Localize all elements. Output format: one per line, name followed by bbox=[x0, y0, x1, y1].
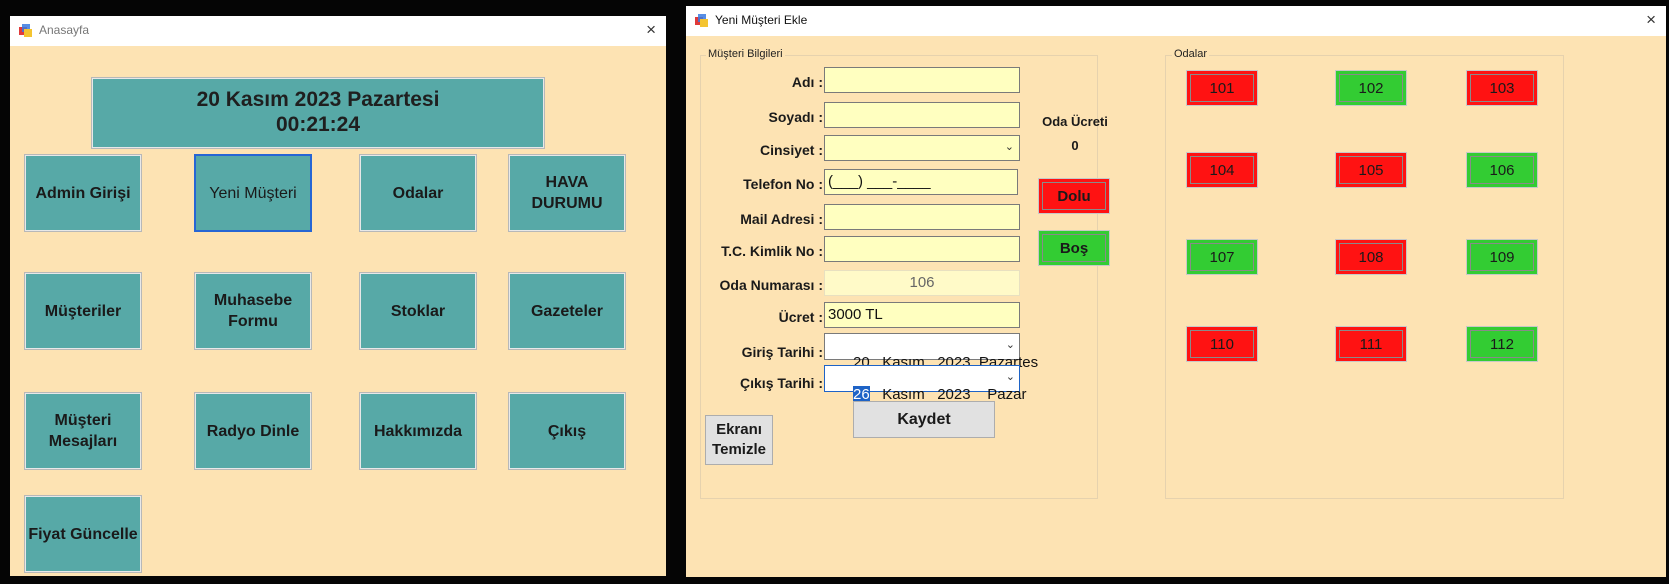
admin-login-button[interactable]: Admin Girişi bbox=[24, 154, 142, 232]
room-number-label: 104 bbox=[1209, 161, 1235, 179]
checkout-date-label: Çıkış Tarihi : bbox=[740, 375, 823, 391]
room-110-button[interactable]: 110 bbox=[1186, 326, 1258, 362]
room-107-button[interactable]: 107 bbox=[1186, 239, 1258, 275]
gender-label: Cinsiyet : bbox=[759, 142, 823, 158]
room-104-button[interactable]: 104 bbox=[1186, 152, 1258, 188]
close-icon[interactable]: × bbox=[646, 20, 656, 40]
close-icon[interactable]: × bbox=[1646, 10, 1656, 30]
room-103-button[interactable]: 103 bbox=[1466, 70, 1538, 106]
name-field[interactable] bbox=[824, 67, 1020, 93]
room-112-button[interactable]: 112 bbox=[1466, 326, 1538, 362]
customers-button[interactable]: Müşteriler bbox=[24, 272, 142, 350]
chevron-down-icon: ⌄ bbox=[1005, 338, 1015, 351]
customer-window-titlebar[interactable]: Yeni Müşteri Ekle × bbox=[686, 6, 1666, 36]
room-number-field[interactable]: 106 bbox=[824, 270, 1020, 296]
rooms-button[interactable]: Odalar bbox=[359, 154, 477, 232]
room-number-label: 103 bbox=[1489, 79, 1515, 97]
rooms-group-title: Odalar bbox=[1172, 48, 1210, 60]
chevron-down-icon: ⌄ bbox=[1004, 141, 1014, 153]
occupied-legend: Dolu bbox=[1038, 178, 1110, 214]
room-number-label: 101 bbox=[1209, 79, 1235, 97]
tc-id-label: T.C. Kimlik No : bbox=[721, 243, 823, 259]
main-window-body: 20 Kasım 2023 Pazartesi 00:21:24 Admin G… bbox=[10, 46, 666, 576]
listen-radio-button[interactable]: Radyo Dinle bbox=[194, 392, 312, 470]
price-label: Ücret : bbox=[778, 309, 823, 325]
room-111-button[interactable]: 111 bbox=[1335, 326, 1407, 362]
price-field[interactable]: 3000 TL bbox=[824, 302, 1020, 328]
room-106-button[interactable]: 106 bbox=[1466, 152, 1538, 188]
checkin-date-label: Giriş Tarihi : bbox=[741, 344, 823, 360]
tc-id-field[interactable] bbox=[824, 236, 1020, 262]
room-109-button[interactable]: 109 bbox=[1466, 239, 1538, 275]
mail-field[interactable] bbox=[824, 204, 1020, 230]
room-102-button[interactable]: 102 bbox=[1335, 70, 1407, 106]
room-108-button[interactable]: 108 bbox=[1335, 239, 1407, 275]
customer-window-title: Yeni Müşteri Ekle bbox=[715, 13, 808, 27]
time-label: 00:21:24 bbox=[275, 113, 361, 136]
customer-messages-button[interactable]: Müşteri Mesajları bbox=[24, 392, 142, 470]
date-time-display: 20 Kasım 2023 Pazartesi 00:21:24 bbox=[91, 77, 545, 149]
room-fee-label: Oda Ücreti bbox=[1042, 114, 1108, 129]
new-customer-window: Yeni Müşteri Ekle × Müşteri Bilgileri Ad… bbox=[686, 6, 1666, 577]
main-window: Anasayfa × 20 Kasım 2023 Pazartesi 00:21… bbox=[10, 16, 666, 576]
surname-field[interactable] bbox=[824, 102, 1020, 128]
room-number-label: 112 bbox=[1490, 335, 1514, 353]
customer-info-group-title: Müşteri Bilgileri bbox=[706, 48, 785, 60]
phone-field[interactable]: (___) ___-____ bbox=[824, 169, 1018, 195]
room-105-button[interactable]: 105 bbox=[1335, 152, 1407, 188]
room-number-label: 108 bbox=[1358, 248, 1384, 266]
clear-screen-button[interactable]: Ekranı Temizle bbox=[705, 415, 773, 465]
room-101-button[interactable]: 101 bbox=[1186, 70, 1258, 106]
newspapers-button[interactable]: Gazeteler bbox=[508, 272, 626, 350]
room-fee-value: 0 bbox=[1071, 138, 1079, 153]
room-number-label: 107 bbox=[1209, 248, 1235, 266]
room-number-label: 102 bbox=[1358, 79, 1384, 97]
date-label: 20 Kasım 2023 Pazartesi bbox=[196, 88, 440, 111]
mail-label: Mail Adresi : bbox=[740, 211, 823, 227]
exit-button[interactable]: Çıkış bbox=[508, 392, 626, 470]
gender-select[interactable]: ⌄ bbox=[824, 135, 1020, 161]
vacant-legend: Boş bbox=[1038, 230, 1110, 266]
app-icon bbox=[695, 14, 708, 27]
stocks-button[interactable]: Stoklar bbox=[359, 272, 477, 350]
save-button[interactable]: Kaydet bbox=[853, 401, 995, 438]
update-price-button[interactable]: Fiyat Güncelle bbox=[24, 495, 142, 573]
room-number-label: 110 bbox=[1210, 335, 1234, 353]
room-number-label: 106 bbox=[1489, 161, 1515, 179]
main-window-title: Anasayfa bbox=[39, 23, 90, 37]
accounting-form-button[interactable]: Muhasebe Formu bbox=[194, 272, 312, 350]
checkout-date-picker[interactable]: 26 Kasım 2023 Pazar ⌄ bbox=[824, 365, 1026, 403]
vacant-legend-label: Boş bbox=[1059, 239, 1089, 257]
phone-label: Telefon No : bbox=[743, 176, 823, 192]
new-customer-button[interactable]: Yeni Müşteri bbox=[194, 154, 312, 232]
desktop: { "colors": { "background": "#fde3b3", "… bbox=[0, 0, 1669, 584]
main-window-titlebar[interactable]: Anasayfa × bbox=[10, 16, 666, 46]
checkin-date-picker[interactable]: 20 Kasım 2023 Pazartes ⌄ bbox=[824, 333, 1038, 371]
about-button[interactable]: Hakkımızda bbox=[359, 392, 477, 470]
room-number-label: 109 bbox=[1489, 248, 1515, 266]
room-number-label: Oda Numarası : bbox=[719, 277, 823, 293]
chevron-down-icon: ⌄ bbox=[1005, 370, 1015, 383]
app-icon bbox=[19, 24, 32, 37]
customer-window-body: Müşteri Bilgileri Adı : Soyadı : Cinsiye… bbox=[686, 36, 1666, 577]
weather-button[interactable]: HAVA DURUMU bbox=[508, 154, 626, 232]
occupied-legend-label: Dolu bbox=[1057, 187, 1091, 205]
surname-label: Soyadı : bbox=[768, 109, 823, 125]
room-number-label: 111 bbox=[1359, 335, 1383, 353]
room-number-label: 105 bbox=[1358, 161, 1384, 179]
rooms-group bbox=[1165, 55, 1564, 499]
name-label: Adı : bbox=[791, 74, 823, 90]
